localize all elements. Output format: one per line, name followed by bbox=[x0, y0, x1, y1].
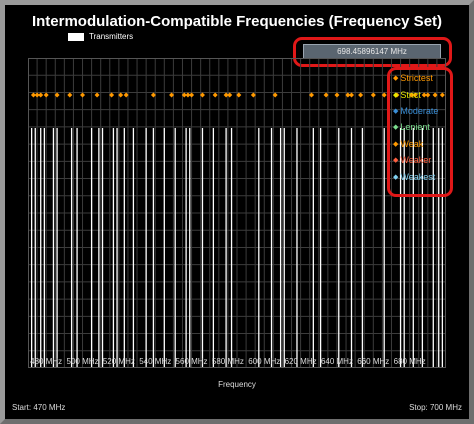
strictest-point bbox=[189, 92, 195, 98]
x-tick-label: 620 MHz bbox=[285, 357, 317, 366]
x-tick-label: 580 MHz bbox=[212, 357, 244, 366]
x-tick-label: 640 MHz bbox=[321, 357, 353, 366]
chart-title: Intermodulation-Compatible Frequencies (… bbox=[31, 13, 443, 30]
x-tick-label: 500 MHz bbox=[67, 357, 99, 366]
transmitters-legend-label: Transmitters bbox=[89, 32, 134, 41]
strictest-point bbox=[43, 92, 49, 98]
start-frequency: Start: 470 MHz bbox=[12, 403, 66, 412]
strictest-point bbox=[38, 92, 44, 98]
strictest-point bbox=[94, 92, 100, 98]
frequency-chart: 480 MHz 500 MHz 520 MHz 540 MHz 560 MHz 580 M… bbox=[28, 58, 446, 368]
strictest-point bbox=[80, 92, 86, 98]
x-axis-label: Frequency bbox=[218, 380, 256, 389]
x-tick-label: 520 MHz bbox=[103, 357, 135, 366]
x-tick-label: 680 MHz bbox=[394, 357, 426, 366]
x-tick-label: 660 MHz bbox=[357, 357, 389, 366]
x-tick-label: 560 MHz bbox=[176, 357, 208, 366]
strictest-point bbox=[67, 92, 73, 98]
plot-area[interactable]: 480 MHz 500 MHz 520 MHz 540 MHz 560 MHz 580 M… bbox=[28, 58, 446, 368]
x-tick-label: 540 MHz bbox=[139, 357, 171, 366]
strictest-point bbox=[370, 92, 376, 98]
stop-frequency: Stop: 700 MHz bbox=[409, 403, 462, 412]
strictest-point bbox=[348, 92, 354, 98]
x-tick-label: 600 MHz bbox=[248, 357, 280, 366]
strictest-point bbox=[358, 92, 364, 98]
strictest-point bbox=[212, 92, 218, 98]
transmitters-legend: Transmitters bbox=[68, 32, 133, 41]
transmitters-swatch bbox=[68, 32, 84, 41]
strictest-point bbox=[334, 92, 340, 98]
x-tick-label: 480 MHz bbox=[30, 357, 62, 366]
legend-highlight-box bbox=[387, 67, 453, 197]
